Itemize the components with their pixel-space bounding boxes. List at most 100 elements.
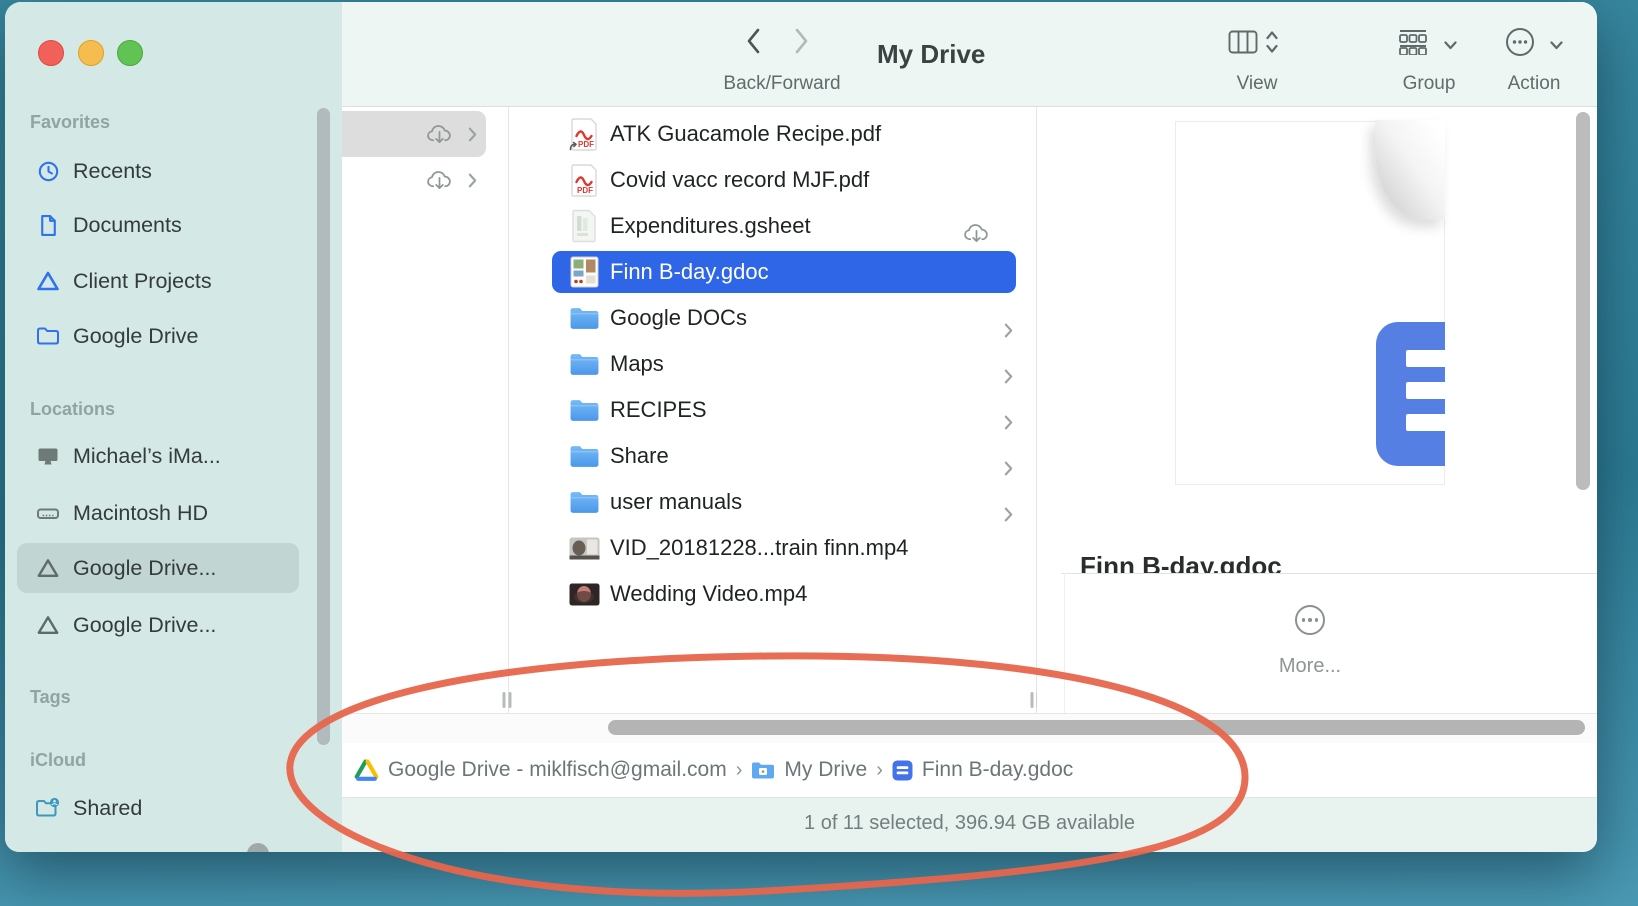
action-label: Action: [1507, 73, 1561, 94]
pdf-badge-icon: PDF: [568, 116, 600, 152]
file-row-wedding-video-mp4[interactable]: Wedding Video.mp4: [508, 571, 1036, 617]
cloud-download-icon: [960, 215, 992, 251]
view-columns-icon[interactable]: [1228, 30, 1258, 59]
sidebar-item-label: Client Projects: [73, 268, 212, 293]
zoom-button[interactable]: [117, 40, 143, 66]
minimize-button[interactable]: [78, 40, 104, 66]
window-title: My Drive: [877, 39, 986, 69]
path-segment-my-drive[interactable]: My Drive: [751, 758, 867, 782]
file-name: ATK Guacamole Recipe.pdf: [610, 121, 882, 146]
back-button[interactable]: [746, 28, 761, 59]
path-segment-label: Finn B-day.gdoc: [921, 758, 1074, 781]
gsheet-icon: [568, 208, 600, 244]
gdoc-thumbnail-icon: [568, 254, 600, 290]
file-name: Finn B-day.gdoc: [610, 259, 769, 284]
file-name: user manuals: [610, 489, 743, 514]
file-name: Covid vacc record MJF.pdf: [610, 167, 870, 192]
close-button[interactable]: [38, 40, 64, 66]
sidebar-section-label: Tags: [30, 687, 71, 707]
folder-outline-icon: [35, 323, 61, 349]
file-row-google-docs[interactable]: Google DOCs: [508, 295, 1036, 341]
folder-icon: [568, 392, 600, 428]
horizontal-scrollbar[interactable]: [608, 720, 1585, 735]
sidebar-item-label: Recents: [73, 158, 152, 183]
file-row-expenditures-gsheet[interactable]: Expenditures.gsheet: [508, 203, 1036, 249]
horizontal-scroll-area: [342, 713, 1597, 744]
path-segment-google-drive-miklfisch-gmail-com[interactable]: Google Drive - miklfisch@gmail.com: [354, 758, 727, 782]
sidebar-item-client-projects[interactable]: Client Projects: [17, 256, 299, 306]
cloud-download-icon: [426, 123, 453, 146]
more-ellipsis-icon[interactable]: [1295, 605, 1325, 635]
file-row-user-manuals[interactable]: user manuals: [508, 479, 1036, 525]
file-name: Wedding Video.mp4: [610, 581, 808, 606]
group-chevron-icon[interactable]: [1444, 37, 1457, 55]
file-row-vid-20181228-train-finn-mp4[interactable]: VID_20181228...train finn.mp4: [508, 525, 1036, 571]
path-segment-label: My Drive: [784, 758, 868, 781]
sidebar-item-label: Google Drive...: [73, 555, 217, 580]
action-chevron-icon[interactable]: [1550, 37, 1563, 55]
document-icon: [35, 212, 61, 238]
sidebar-item-label: Michael’s iMa...: [73, 443, 221, 468]
gdoc-icon: [892, 760, 913, 781]
file-row-atk-guacamole-recipe-pdf[interactable]: PDF ATK Guacamole Recipe.pdf: [508, 111, 1036, 157]
preview-pane: Finn B-day.gdoc More...: [1037, 107, 1597, 718]
sidebar-item-recents[interactable]: Recents: [17, 146, 299, 196]
file-name: Expenditures.gsheet: [610, 213, 811, 238]
sidebar-scrollbar[interactable]: [317, 108, 330, 745]
clock-icon: [35, 158, 61, 184]
status-text: 1 of 11 selected, 396.94 GB available: [804, 812, 1135, 834]
file-row-share[interactable]: Share: [508, 433, 1036, 479]
action-icon[interactable]: [1505, 27, 1535, 62]
video-thumbnail-icon: [568, 530, 600, 566]
sidebar-item-label: Shared: [73, 795, 143, 820]
sidebar-item-google-drive[interactable]: Google Drive: [17, 311, 299, 361]
pdf-icon: PDF: [568, 162, 600, 198]
group-label: Group: [1402, 73, 1456, 94]
finder-window: Favorites Recents Documents Client Projects…: [5, 2, 1597, 852]
chevron-right-icon: [468, 173, 477, 188]
drive-triangle-blue-icon: [35, 268, 61, 294]
sidebar: Favorites Recents Documents Client Projects…: [5, 2, 342, 852]
folder-icon: [568, 484, 600, 520]
file-row-covid-vacc-record-mjf-pdf[interactable]: PDF Covid vacc record MJF.pdf: [508, 157, 1036, 203]
sidebar-item-documents[interactable]: Documents: [17, 200, 299, 250]
sidebar-item-macintosh-hd[interactable]: Macintosh HD: [17, 488, 299, 538]
video-thumbnail-dark-icon: [568, 576, 600, 612]
previous-column: [342, 107, 508, 713]
file-row-maps[interactable]: Maps: [508, 341, 1036, 387]
file-row-recipes[interactable]: RECIPES: [508, 387, 1036, 433]
svg-text:PDF: PDF: [578, 140, 594, 149]
file-row-finn-b-day-gdoc[interactable]: Finn B-day.gdoc: [508, 249, 1036, 295]
column-resize-handle[interactable]: [502, 692, 514, 708]
preview-divider: [1061, 573, 1597, 574]
file-list-column: PDF ATK Guacamole Recipe.pdf PDF Covid vacc…: [508, 107, 1036, 713]
blue-folder-icon: [751, 761, 775, 780]
sidebar-item-label: Macintosh HD: [73, 500, 209, 525]
sidebar-item-google-drive[interactable]: Google Drive...: [17, 543, 299, 593]
clipped-icon: [247, 843, 269, 852]
parent-column-row[interactable]: [342, 157, 508, 203]
status-bar: 1 of 11 selected, 396.94 GB available: [342, 797, 1597, 852]
folder-icon: [568, 300, 600, 336]
sidebar-item-label: Google Drive...: [73, 612, 217, 637]
imac-icon: [35, 443, 61, 469]
drive-triangle-gray-icon: [35, 612, 61, 638]
parent-column-row[interactable]: [342, 111, 486, 157]
group-icon[interactable]: [1399, 29, 1432, 60]
sidebar-item-google-drive[interactable]: Google Drive...: [17, 600, 299, 650]
view-stepper-icon[interactable]: [1264, 28, 1280, 61]
sidebar-item-label: Documents: [73, 212, 182, 237]
file-name: Maps: [610, 351, 664, 376]
file-name: Google DOCs: [610, 305, 747, 330]
sidebar-section-label: Locations: [30, 399, 116, 419]
sidebar-item-shared[interactable]: Shared: [17, 783, 299, 833]
file-name: VID_20181228...train finn.mp4: [610, 535, 909, 560]
more-button[interactable]: More...: [1250, 655, 1370, 678]
forward-button[interactable]: [794, 28, 809, 59]
path-segment-finn-b-day-gdoc[interactable]: Finn B-day.gdoc: [892, 758, 1073, 782]
cloud-download-icon: [426, 169, 453, 192]
hdd-icon: [35, 500, 61, 526]
sidebar-item-michael-s-ima[interactable]: Michael’s iMa...: [17, 431, 299, 481]
svg-text:PDF: PDF: [577, 186, 593, 195]
preview-scrollbar[interactable]: [1576, 112, 1590, 490]
